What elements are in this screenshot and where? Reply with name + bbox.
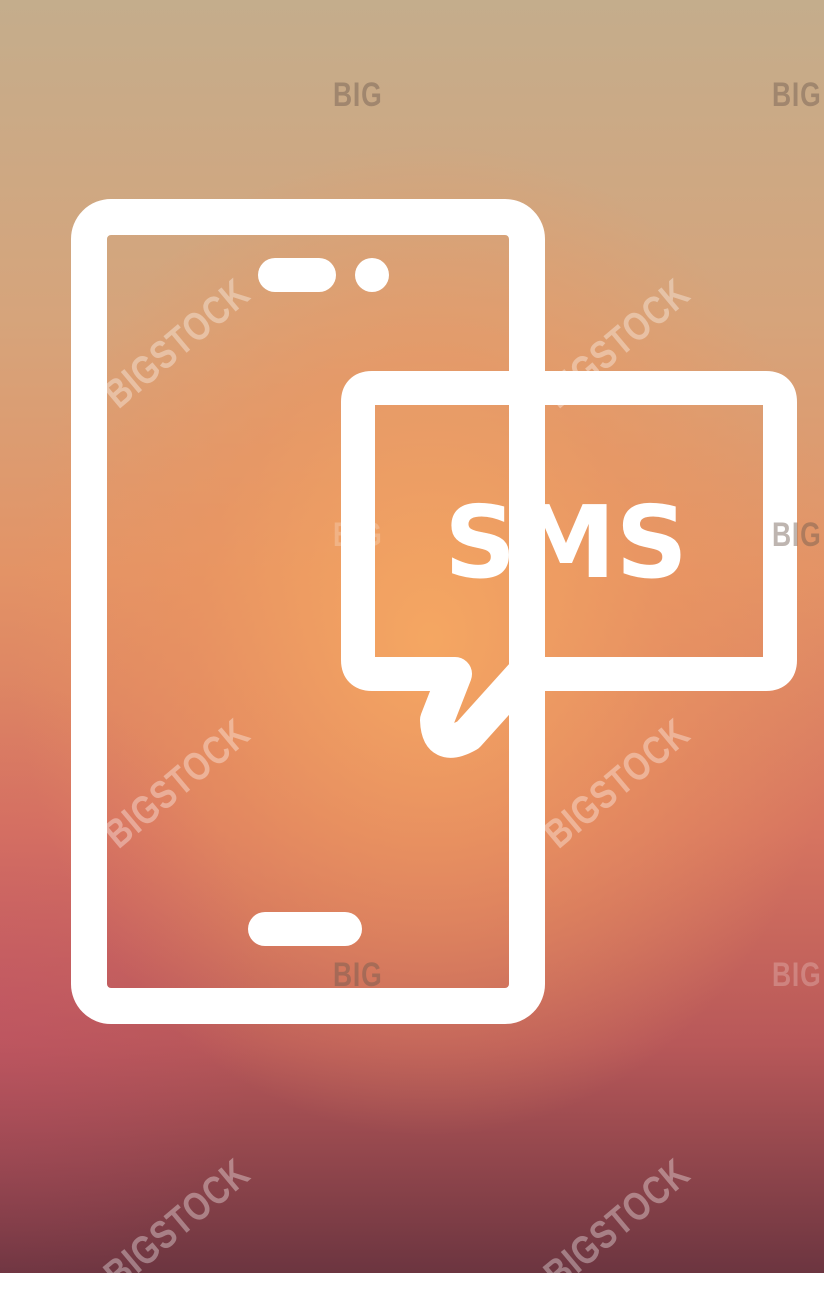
phone-home-button <box>248 912 362 946</box>
phone-camera <box>355 258 389 292</box>
watermark-big: BIG <box>772 76 822 114</box>
mobile-phone-sms-icon: SMS <box>71 199 797 1024</box>
watermark-big: BIG <box>333 956 383 994</box>
watermark-big: BIG <box>772 516 822 554</box>
watermark-big: BIG <box>772 956 822 994</box>
watermark-big: BIG <box>333 76 383 114</box>
watermark-big: BIG <box>333 516 383 554</box>
sms-label: SMS <box>444 484 688 601</box>
phone-speaker <box>258 258 336 292</box>
